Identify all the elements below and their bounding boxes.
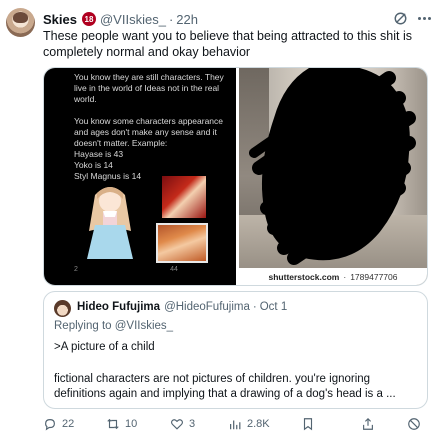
timestamp[interactable]: 22h — [176, 12, 198, 27]
tweet-text: These people want you to believe that be… — [43, 29, 412, 59]
views-icon — [230, 420, 241, 430]
bookmark-icon — [303, 418, 313, 431]
watermark-separator: · — [343, 271, 347, 282]
screenshot-line: world. — [74, 94, 97, 104]
like-count: 3 — [189, 418, 196, 430]
anime-frame-image — [162, 176, 206, 218]
repost-icon — [107, 418, 119, 430]
screenshot-line: You know they are still characters. They — [74, 72, 224, 82]
screenshot-line: doesn't matter. Example: — [74, 138, 168, 148]
screenshot-line: You know some characters appearance — [74, 116, 223, 126]
screenshot-stat: 44 — [170, 266, 178, 273]
replying-prefix: Replying to — [54, 320, 115, 332]
screenshot-line: live in the world of Ideas not in the re… — [74, 83, 220, 93]
watermark-brand: shutterstock.com — [268, 271, 340, 282]
views-button[interactable]: 2.8K — [228, 417, 270, 431]
quote-header: Hideo Fufujima @HideoFufujima · Oct 1 — [77, 301, 287, 313]
screenshot-stat: 2 — [74, 266, 78, 273]
screenshot-stats: 2 44 — [74, 266, 224, 276]
quote-avatar — [54, 300, 71, 317]
stock-photo-image[interactable]: shutterstock.com · 1789477706 — [239, 68, 427, 285]
replying-handle: @VIIskies_ — [114, 320, 174, 332]
block-icon — [408, 418, 420, 430]
quoted-tweet[interactable]: Hideo Fufujima @HideoFufujima · Oct 1 Re… — [43, 291, 428, 409]
separator-dot: · — [168, 11, 174, 27]
grok-icon[interactable] — [393, 11, 408, 26]
views-count: 2.8K — [247, 418, 270, 430]
action-bar: 22 10 3 2.8K — [43, 417, 433, 435]
quote-text-line: >A picture of a child — [54, 341, 155, 353]
replying-to: Replying to @VIIskies_ — [54, 320, 173, 332]
bookmark-button[interactable] — [301, 417, 315, 431]
share-icon — [363, 417, 373, 430]
avatar[interactable] — [6, 8, 35, 37]
quote-handle: @HideoFufujima — [164, 301, 250, 313]
repost-count: 10 — [125, 418, 138, 430]
like-icon — [171, 419, 183, 430]
tweet-header: Skies 18 @VIIskies_ · 22h — [43, 11, 198, 27]
like-button[interactable]: 3 — [170, 417, 195, 431]
watermark-id: 1789477706 — [350, 271, 398, 282]
media-grid: You know they are still characters. They… — [43, 67, 428, 286]
screenshot-image[interactable]: You know they are still characters. They… — [44, 68, 236, 285]
scribble-censor — [249, 68, 416, 265]
more-icon[interactable] — [418, 17, 431, 20]
screenshot-line: Hayase is 43 — [74, 149, 124, 159]
reply-button[interactable]: 22 — [43, 417, 74, 431]
display-name[interactable]: Skies — [43, 12, 77, 27]
screenshot-text: You know they are still characters. They… — [74, 72, 234, 193]
watermark-bar: shutterstock.com · 1789477706 — [239, 268, 427, 285]
anime-frame-image — [156, 223, 208, 263]
tweet[interactable]: Skies 18 @VIIskies_ · 22h These people w… — [0, 0, 440, 447]
quote-timestamp: Oct 1 — [259, 301, 288, 313]
repost-button[interactable]: 10 — [106, 417, 137, 431]
share-button[interactable] — [361, 417, 375, 431]
screenshot-line: and ages don't make any sense and it — [74, 127, 217, 137]
quote-text-body: fictional characters are not pictures of… — [54, 373, 396, 400]
block-button[interactable] — [407, 417, 421, 431]
quote-display-name: Hideo Fufujima — [77, 301, 161, 313]
screenshot-line: Yoko is 14 — [74, 160, 113, 170]
handle[interactable]: @VIIskies_ — [100, 12, 166, 27]
reply-count: 22 — [62, 418, 75, 430]
quote-separator: · — [252, 301, 257, 313]
anime-character-image — [87, 187, 133, 259]
age-badge: 18 — [81, 12, 96, 26]
reply-icon — [45, 419, 55, 431]
